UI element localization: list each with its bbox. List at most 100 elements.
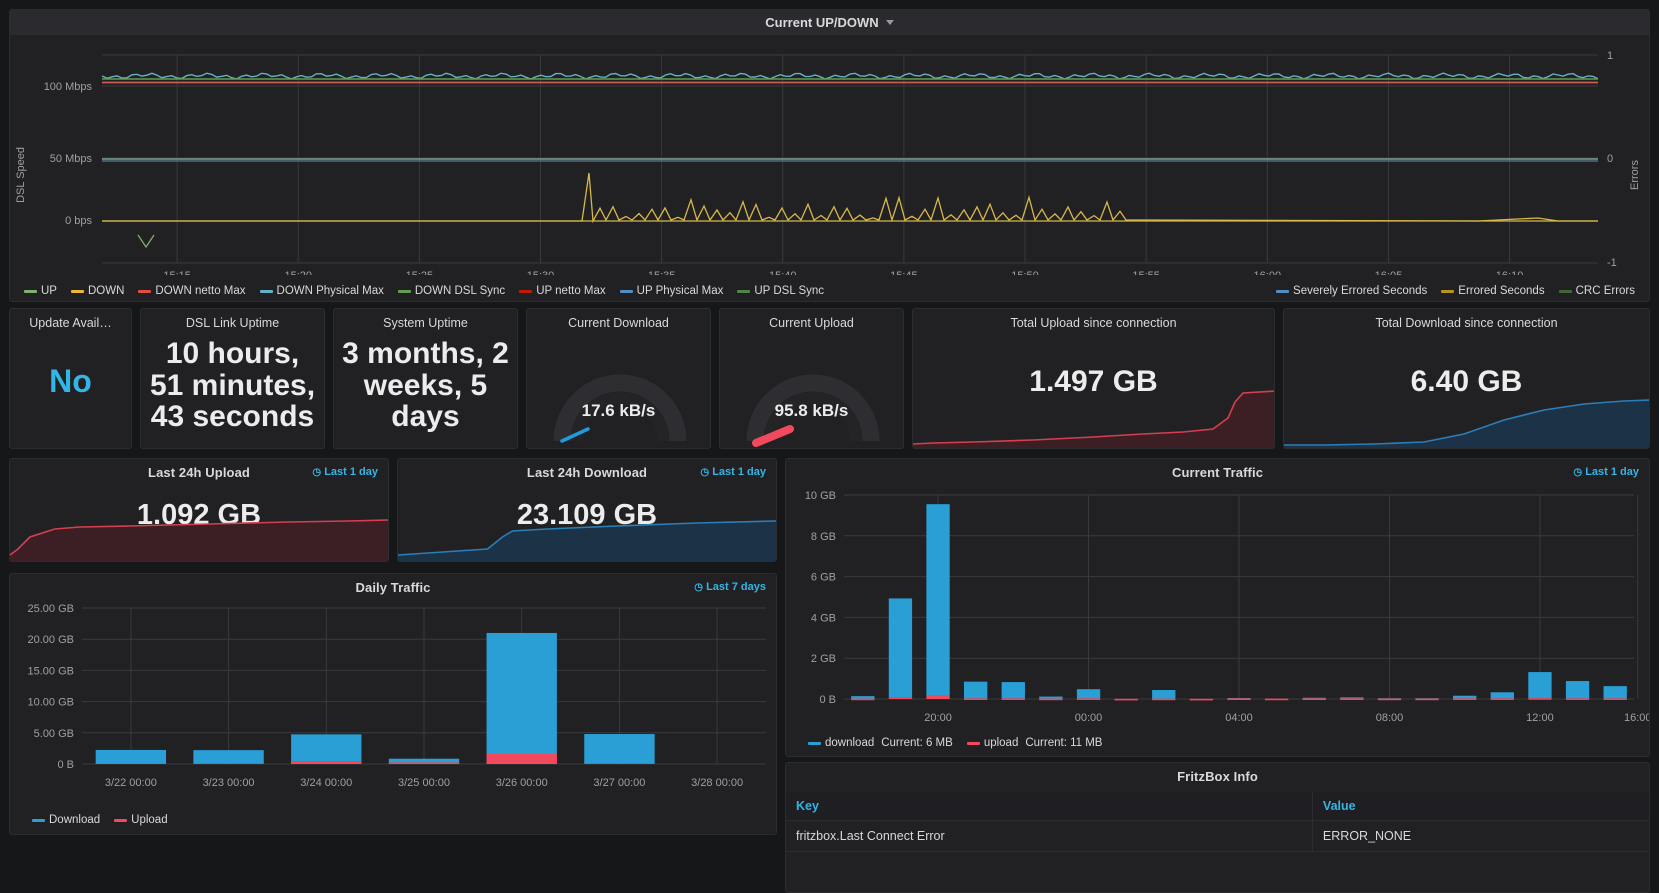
time-range-badge[interactable]: ◷ Last 1 day <box>700 466 766 478</box>
y-tick-label: 6 GB <box>811 572 836 584</box>
legend-color-swatch <box>808 741 821 745</box>
y-tick-label: 5.00 GB <box>34 728 74 740</box>
legend-label: UP netto Max <box>536 285 606 297</box>
chart-legend: download Current: 6 MB upload Current: 11 M… <box>808 737 1102 749</box>
legend-item[interactable]: Severely Errored Seconds <box>1276 285 1427 297</box>
bar-upload <box>1189 698 1214 701</box>
x-tick-label: 00:00 <box>1075 712 1103 724</box>
stat-title: Current Download <box>568 316 669 330</box>
legend-item[interactable]: upload Current: 11 MB <box>966 737 1103 749</box>
column-header-value[interactable]: Value <box>1312 792 1649 821</box>
legend-item[interactable]: Errored Seconds <box>1441 285 1545 297</box>
y-tick-left-2: 0 bps <box>65 215 92 227</box>
legend-color-swatch <box>619 289 633 293</box>
bar-upload <box>291 761 362 764</box>
y-tick-right-1: 0 <box>1607 153 1613 165</box>
bar-upload <box>486 754 557 764</box>
legend-label: Errored Seconds <box>1458 285 1545 297</box>
y-tick-label: 20.00 GB <box>28 634 74 646</box>
x-tick-label: 3/26 00:00 <box>496 777 548 789</box>
x-tick-label: 3/25 00:00 <box>398 777 450 789</box>
bar-upload <box>388 762 460 764</box>
bar-download <box>584 734 655 764</box>
legend-item[interactable]: UP <box>24 285 57 297</box>
stat-dsl-link-uptime[interactable]: DSL Link Uptime 10 hours, 51 minutes, 43… <box>140 308 325 449</box>
legend-label: upload <box>983 737 1019 749</box>
legend-item[interactable]: CRC Errors <box>1558 285 1635 297</box>
panel-daily-traffic[interactable]: Daily Traffic ◷ Last 7 days 0 B 5.00 GB 10… <box>9 573 777 835</box>
table-row[interactable]: fritzbox.Last Connect Error ERROR_NONE <box>786 820 1649 852</box>
stat-title: System Uptime <box>383 316 468 330</box>
current-traffic-bar-chart: 0 B 2 GB 4 GB 6 GB 8 GB 10 GB 20:00 00:00 04:00 0… <box>805 490 1649 724</box>
y-tick-label: 10.00 GB <box>28 697 74 709</box>
legend-item[interactable]: UP Physical Max <box>619 285 723 297</box>
column-header-key[interactable]: Key <box>786 792 1313 821</box>
bar-upload <box>1076 698 1101 700</box>
x-tick-label: 15:35 <box>648 270 676 275</box>
bar-upload <box>584 763 655 764</box>
stat-current-upload[interactable]: Current Upload 95.8 kB/s <box>719 308 904 449</box>
legend-item[interactable]: download Current: 6 MB <box>808 737 953 749</box>
stat-update-available[interactable]: Update Avail… No <box>9 308 132 449</box>
clock-icon: ◷ <box>1573 467 1583 478</box>
clock-icon: ◷ <box>312 467 322 478</box>
bar-upload <box>1490 698 1514 700</box>
stat-total-upload[interactable]: Total Upload since connection 1.497 GB <box>912 308 1275 449</box>
bar-download <box>1340 697 1364 699</box>
x-tick-label: 15:50 <box>1011 270 1039 275</box>
time-range-badge[interactable]: ◷ Last 1 day <box>1573 466 1639 478</box>
bar-upload <box>851 698 875 701</box>
sparkline <box>398 520 776 561</box>
x-tick-label: 12:00 <box>1526 712 1554 724</box>
legend-color-swatch <box>114 818 128 822</box>
legend-item[interactable]: DOWN Physical Max <box>259 285 384 297</box>
time-range-badge[interactable]: ◷ Last 1 day <box>312 466 378 478</box>
bar-upload <box>1152 698 1176 701</box>
up-down-timeseries-graph: DSL Speed Errors 100 Mbps 50 Mbps 0 bps … <box>15 50 1641 275</box>
panel-last-24h-upload[interactable]: Last 24h Upload ◷ Last 1 day 1.092 GB <box>9 458 389 562</box>
legend-item[interactable]: DOWN DSL Sync <box>397 285 506 297</box>
panel-fritzbox-info[interactable]: FritzBox Info Key Value fritzbox.Last Co… <box>785 762 1650 893</box>
stat-system-uptime[interactable]: System Uptime 3 months, 2 weeks, 5 days <box>333 308 518 449</box>
bar-upload <box>193 763 264 764</box>
legend-left: UP DOWN DOWN netto Max DOWN Physical Max DOW… <box>24 285 824 297</box>
bar-download <box>1565 681 1590 699</box>
x-tick-label: 15:20 <box>284 270 312 275</box>
bar-upload <box>1603 698 1627 700</box>
x-tick-label: 15:40 <box>769 270 797 275</box>
stat-current-download[interactable]: Current Download 17.6 kB/s <box>526 308 711 449</box>
chevron-down-icon[interactable] <box>885 20 894 25</box>
stat-total-download[interactable]: Total Download since connection 6.40 GB <box>1283 308 1650 449</box>
legend-right: Severely Errored Seconds Errored Seconds C… <box>1276 285 1635 297</box>
legend-label: download <box>825 737 875 749</box>
legend-item[interactable]: Upload <box>114 814 168 826</box>
bar-download <box>1453 695 1477 699</box>
legend-item[interactable]: UP DSL Sync <box>737 285 824 297</box>
table-header-row: Key Value <box>786 792 1649 821</box>
bar-upload <box>1528 698 1552 700</box>
legend-color-swatch <box>259 289 273 293</box>
download-gauge <box>553 374 687 443</box>
chart-legend: Download Upload <box>32 814 168 826</box>
panel-current-traffic[interactable]: Current Traffic ◷ Last 1 day 0 B 2 GB 4 GB… <box>785 458 1650 757</box>
legend-item[interactable]: DOWN netto Max <box>138 285 246 297</box>
legend-item[interactable]: DOWN <box>70 285 124 297</box>
panel-last-24h-download[interactable]: Last 24h Download ◷ Last 1 day 23.109 GB <box>397 458 777 562</box>
x-tick-label: 15:45 <box>890 270 918 275</box>
panel-header[interactable]: Current UP/DOWN <box>10 10 1649 35</box>
y-tick-label: 25.00 GB <box>28 603 74 615</box>
legend-item[interactable]: UP netto Max <box>519 285 606 297</box>
legend-color-swatch <box>519 289 533 293</box>
sparkline <box>913 390 1274 448</box>
legend-item[interactable]: Download <box>32 814 100 826</box>
y-tick-label: 15.00 GB <box>28 665 74 677</box>
x-tick-label: 16:00 <box>1624 712 1649 724</box>
x-tick-label: 3/23 00:00 <box>203 777 255 789</box>
time-range-badge[interactable]: ◷ Last 7 days <box>694 581 766 593</box>
y-axis-right-label: Errors <box>1629 160 1641 190</box>
bar-download <box>486 632 557 755</box>
bar-upload <box>1114 698 1138 701</box>
legend-color-swatch <box>1441 289 1455 293</box>
legend-label: DOWN DSL Sync <box>414 285 506 297</box>
legend-stat: Current: 11 MB <box>1025 737 1103 749</box>
